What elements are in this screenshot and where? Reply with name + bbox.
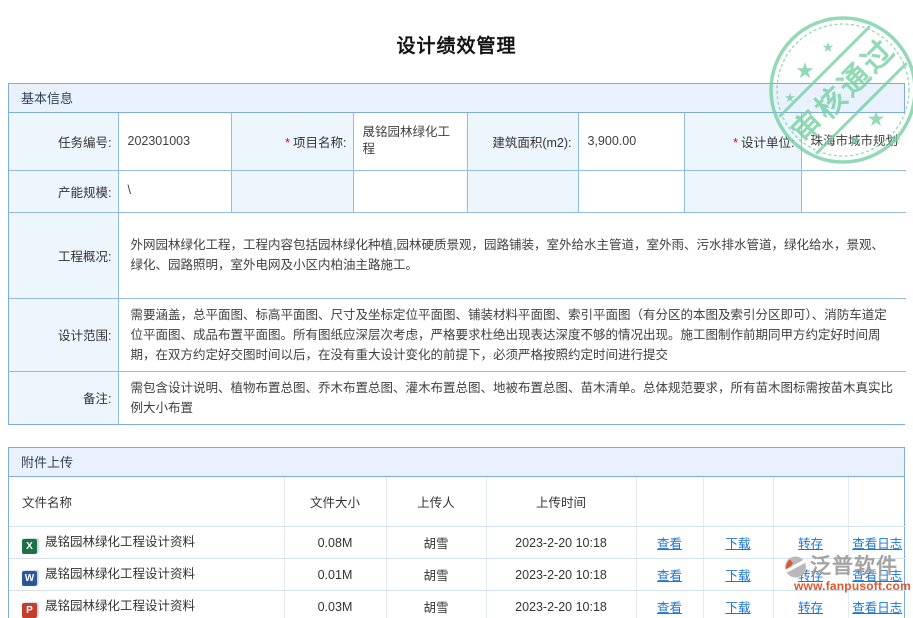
view-link[interactable]: 查看 [657,601,682,615]
page-title: 设计绩效管理 [0,0,913,83]
basic-info-section-header: 基本信息 [9,84,904,113]
column-header-file-name: 文件名称 [9,477,284,527]
build-area-value: 3,900.00 [578,113,684,170]
capacity-value: \ [118,170,231,212]
empty-cell [848,477,906,527]
remark-value: 需包含设计说明、植物布置总图、乔木布置总图、灌木布置总图、地被布置总图、苗木清单… [118,371,906,424]
file-size: 0.03M [284,591,386,618]
view-link[interactable]: 查看 [657,569,682,583]
download-link[interactable]: 下载 [725,537,750,551]
view-log-link[interactable]: 查看日志 [852,601,902,615]
empty-cell [353,170,467,212]
file-name-cell: X 晟铭园林绿化工程设计资料 [9,527,284,559]
view-link[interactable]: 查看 [657,537,682,551]
column-header-file-size: 文件大小 [284,477,386,527]
scope-label: 设计范围: [9,298,118,371]
basic-info-table: 任务编号: 202301003 *项目名称: 晟铭园林绿化工程 建筑面积(m2)… [9,113,906,424]
file-uploader: 胡雪 [386,591,486,618]
design-performance-page: 设计绩效管理 基本信息 任务编号: 202301003 *项目名称: 晟铭园林绿… [0,0,913,618]
file-upload-time: 2023-2-20 10:18 [486,527,636,559]
empty-cell [703,477,773,527]
transfer-link[interactable]: 转存 [798,537,823,551]
required-asterisk: * [733,136,738,150]
file-name: 晟铭园林绿化工程设计资料 [45,535,195,549]
file-upload-time: 2023-2-20 10:18 [486,591,636,618]
overview-label: 工程概况: [9,212,118,298]
download-link[interactable]: 下载 [725,601,750,615]
build-area-label: 建筑面积(m2): [467,113,578,170]
empty-cell [231,170,353,212]
file-upload-time: 2023-2-20 10:18 [486,559,636,591]
empty-cell [684,170,801,212]
file-uploader: 胡雪 [386,559,486,591]
project-name-value: 晟铭园林绿化工程 [353,113,467,170]
view-log-link[interactable]: 查看日志 [852,537,902,551]
column-header-uploader: 上传人 [386,477,486,527]
column-header-upload-time: 上传时间 [486,477,636,527]
overview-value: 外网园林绿化工程，工程内容包括园林绿化种植,园林硬质景观，园路铺装，室外给水主管… [118,212,906,298]
download-link[interactable]: 下载 [725,569,750,583]
project-name-label: *项目名称: [231,113,353,170]
attachments-panel: 附件上传 文件名称 文件大小 上传人 上传时间 X 晟铭园林绿化工程设计资料 [8,447,905,618]
empty-cell [636,477,703,527]
pdf-file-icon: P [22,603,37,618]
file-name: 晟铭园林绿化工程设计资料 [45,567,195,581]
required-asterisk: * [285,136,290,150]
word-file-icon: W [22,571,37,586]
file-name-cell: W 晟铭园林绿化工程设计资料 [9,559,284,591]
file-size: 0.01M [284,559,386,591]
design-unit-value: 珠海市城市规划 [801,113,906,170]
empty-cell [773,477,848,527]
transfer-link[interactable]: 转存 [798,601,823,615]
transfer-link[interactable]: 转存 [798,569,823,583]
attachments-section-header: 附件上传 [9,448,904,477]
remark-label: 备注: [9,371,118,424]
task-no-value: 202301003 [118,113,231,170]
excel-file-icon: X [22,539,37,554]
empty-cell [578,170,684,212]
capacity-label: 产能规模: [9,170,118,212]
task-no-label: 任务编号: [9,113,118,170]
file-uploader: 胡雪 [386,527,486,559]
file-size: 0.08M [284,527,386,559]
attachment-row: W 晟铭园林绿化工程设计资料 0.01M 胡雪 2023-2-20 10:18 查… [9,559,906,591]
attachments-table: 文件名称 文件大小 上传人 上传时间 X 晟铭园林绿化工程设计资料 0.08M 胡… [9,477,906,618]
basic-info-panel: 基本信息 任务编号: 202301003 *项目名称: 晟铭园林绿化工程 建筑面… [8,83,905,425]
file-name: 晟铭园林绿化工程设计资料 [45,599,195,613]
design-unit-label: *设计单位: [684,113,801,170]
attachment-row: P 晟铭园林绿化工程设计资料 0.03M 胡雪 2023-2-20 10:18 查… [9,591,906,618]
attachment-row: X 晟铭园林绿化工程设计资料 0.08M 胡雪 2023-2-20 10:18 查… [9,527,906,559]
file-name-cell: P 晟铭园林绿化工程设计资料 [9,591,284,618]
view-log-link[interactable]: 查看日志 [852,569,902,583]
scope-value: 需要涵盖，总平面图、标高平面图、尺寸及坐标定位平面图、铺装材料平面图、索引平面图… [118,298,906,371]
empty-cell [467,170,578,212]
empty-cell [801,170,906,212]
